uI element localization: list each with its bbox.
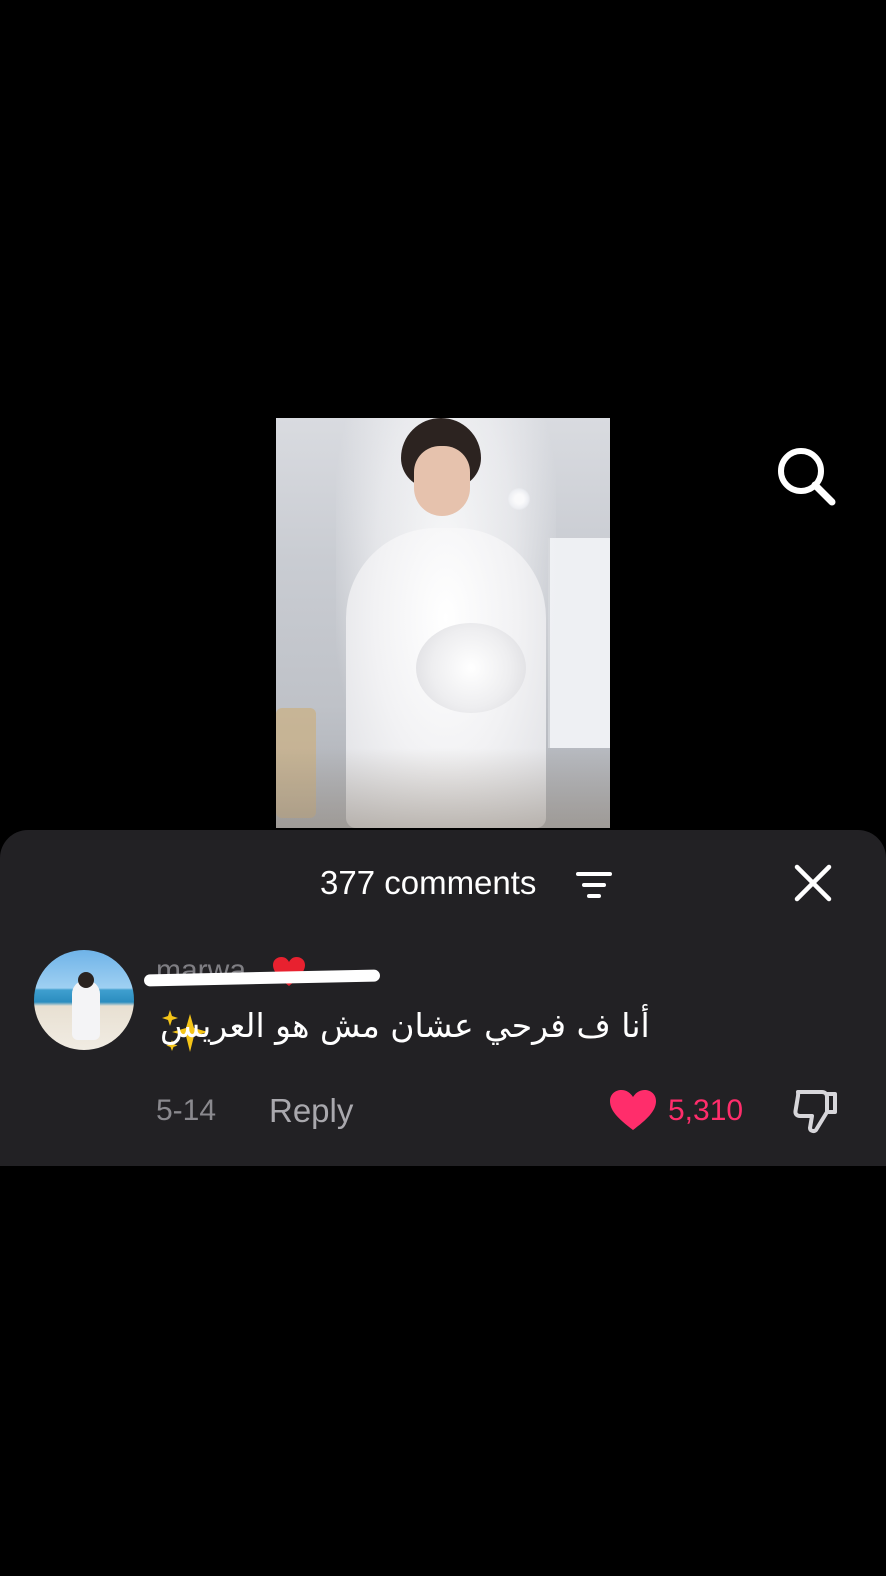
comments-count: 377 comments [320, 864, 537, 901]
video-thumbnail[interactable] [276, 418, 610, 828]
avatar[interactable] [34, 950, 134, 1050]
search-icon [778, 448, 836, 506]
face-shape [414, 446, 470, 516]
comment-item: marwa أنا ف فرحي عشان مش هو العريس 5-14 … [0, 948, 886, 1148]
avatar-person [72, 980, 100, 1040]
avatar-head [78, 972, 94, 988]
comment-text: أنا ف فرحي عشان مش هو العريس [160, 1006, 650, 1045]
search-button[interactable] [774, 444, 838, 508]
door-shape [548, 538, 610, 748]
thumbs-down-icon [793, 1090, 837, 1134]
dislike-button[interactable] [792, 1088, 840, 1134]
like-button[interactable] [608, 1088, 658, 1132]
heart-icon [610, 1090, 656, 1130]
like-count: 5,310 [668, 1094, 744, 1127]
comment-date: 5-14 [156, 1094, 217, 1127]
comment-meta: 5-14 Reply 5,310 [156, 1090, 856, 1134]
floor-shape [276, 748, 610, 828]
bouquet-shape [416, 623, 526, 713]
comments-sheet: 377 comments marwa أنا ف فرحي عشان مش هو… [0, 830, 886, 1166]
close-icon [794, 864, 832, 902]
close-button[interactable] [792, 862, 834, 904]
reply-button[interactable]: Reply [269, 1092, 353, 1130]
comment-username-row[interactable]: marwa [143, 954, 381, 994]
filter-icon[interactable] [576, 870, 612, 900]
comments-header: 377 comments [0, 858, 886, 908]
